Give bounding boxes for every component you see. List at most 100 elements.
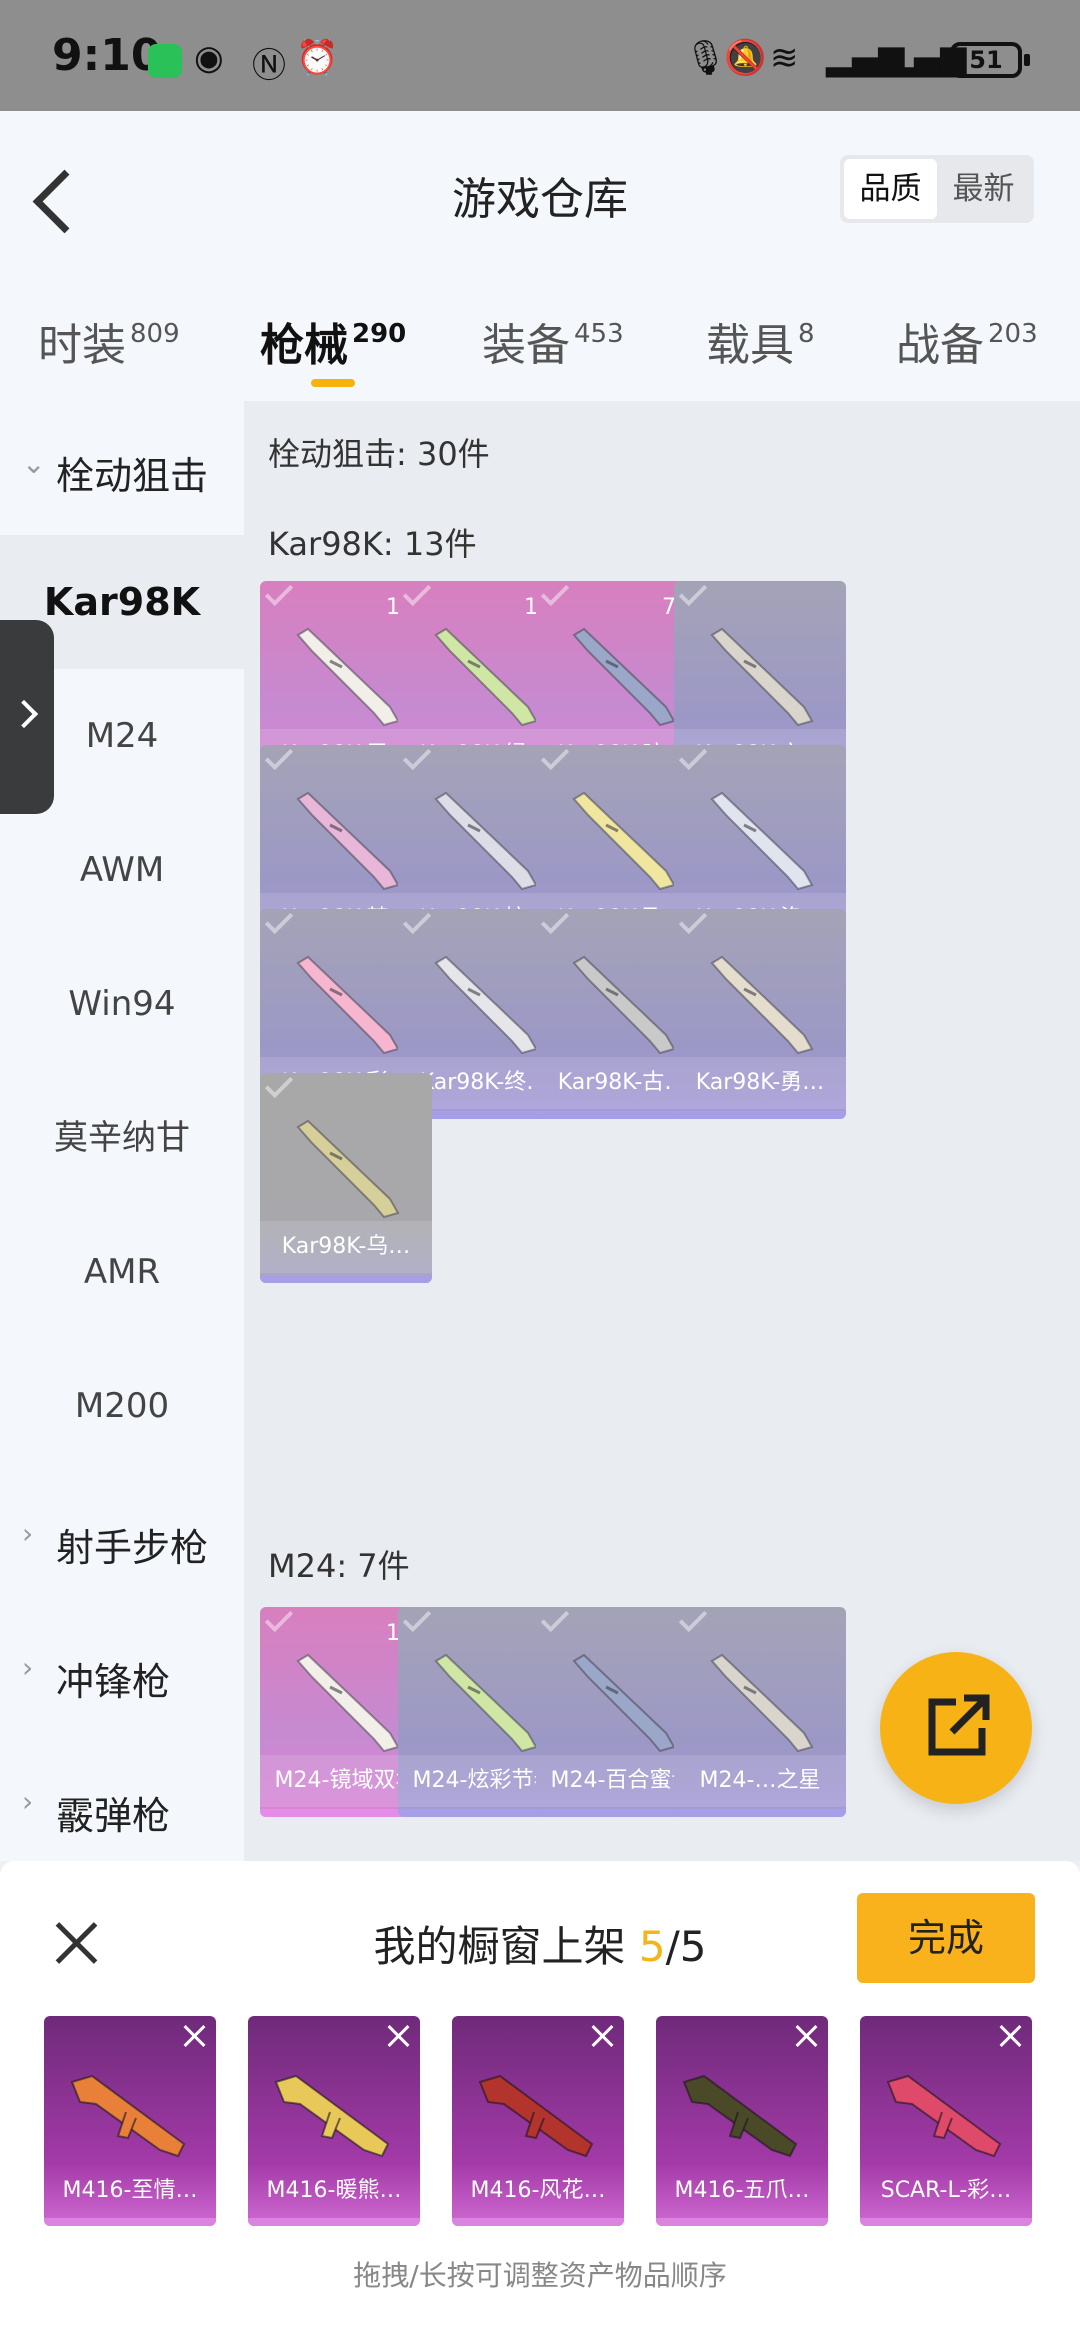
wechat-icon — [148, 44, 182, 78]
rifle-icon — [66, 2052, 196, 2162]
remove-icon[interactable] — [998, 2024, 1022, 2048]
category-tabs: 时装 809 枪械 290 装备 453 载具 8 战备 203 — [0, 291, 1080, 391]
item-card[interactable]: Kar98K-勇… — [674, 909, 846, 1119]
tab-label: 时装 — [38, 320, 126, 371]
tab-equipment[interactable]: 装备 453 — [482, 309, 624, 373]
remove-icon[interactable] — [794, 2024, 818, 2048]
reorder-hint: 拖拽/长按可调整资产物品顺序 — [353, 2259, 727, 2292]
showcase-count: 5 — [638, 1922, 666, 1971]
tab-guns[interactable]: 枪械 290 — [260, 309, 406, 373]
showcase-slot[interactable]: SCAR-L-彩… — [860, 2016, 1032, 2226]
check-icon — [402, 581, 432, 607]
sidebar-item-mosin[interactable]: 莫辛纳甘 — [0, 1071, 244, 1205]
rarity-strip — [260, 1275, 432, 1283]
check-icon — [264, 909, 294, 935]
tab-vehicles[interactable]: 载具 8 — [706, 309, 815, 373]
done-button[interactable]: 完成 — [857, 1893, 1035, 1983]
rifle-icon — [882, 2052, 1012, 2162]
rifle-icon — [566, 949, 684, 1059]
rifle-icon — [290, 1647, 408, 1757]
showcase-slot[interactable]: M416-暖熊… — [248, 2016, 420, 2226]
rifle-icon — [290, 1113, 408, 1223]
slot-name: SCAR-L-彩… — [880, 2178, 1012, 2203]
check-icon — [402, 909, 432, 935]
rifle-icon — [290, 621, 408, 731]
sort-quality[interactable]: 品质 — [844, 159, 937, 219]
rifle-icon — [270, 2052, 400, 2162]
status-time: 9:10 — [52, 30, 162, 81]
check-icon — [540, 581, 570, 607]
alarm-icon: ⏰ — [296, 38, 339, 78]
rifle-icon — [290, 785, 408, 895]
remove-icon[interactable] — [590, 2024, 614, 2048]
check-icon — [264, 581, 294, 607]
rarity-strip — [860, 2218, 1032, 2226]
showcase-slot[interactable]: M416-至情… — [44, 2016, 216, 2226]
rifle-icon — [704, 621, 822, 731]
rarity-strip — [44, 2218, 216, 2226]
tab-count: 203 — [988, 319, 1038, 349]
slot-name: M416-暖熊… — [266, 2178, 402, 2203]
mic-icon: 🎙 — [684, 38, 728, 78]
sidebar-group-label: 霰弹枪 — [56, 1794, 171, 1838]
showcase-title-text: 我的橱窗上架 — [373, 1922, 639, 1971]
tab-count: 453 — [574, 319, 624, 349]
share-button[interactable] — [880, 1652, 1032, 1804]
slot-name: M416-至情… — [62, 2178, 198, 2203]
sort-newest[interactable]: 最新 — [937, 159, 1030, 219]
m24-header: M24: 7件 — [268, 1547, 410, 1585]
chevron-right-icon: › — [22, 1651, 34, 1684]
tab-count: 8 — [798, 319, 815, 349]
mute-icon: 🔕 — [724, 38, 767, 78]
check-icon — [540, 745, 570, 771]
tab-label: 枪械 — [260, 320, 348, 371]
rifle-icon — [290, 949, 408, 1059]
kar98k-header: Kar98K: 13件 — [268, 525, 477, 563]
rarity-strip — [452, 2218, 624, 2226]
item-card[interactable]: M24-…之星 — [674, 1607, 846, 1817]
rifle-icon — [566, 1647, 684, 1757]
check-icon — [678, 1607, 708, 1633]
tab-supplies[interactable]: 战备 203 — [896, 309, 1038, 373]
remove-icon[interactable] — [182, 2024, 206, 2048]
battery-icon: 51 — [950, 42, 1030, 78]
sidebar-group-shotgun[interactable]: › 霰弹枪 — [0, 1741, 244, 1875]
sidebar-item-m200[interactable]: M200 — [0, 1339, 244, 1473]
sidebar-group-dmr[interactable]: › 射手步枪 — [0, 1473, 244, 1607]
tab-label: 装备 — [482, 320, 570, 371]
sidebar-group-bolt-action[interactable]: ⌄ 栓动狙击 — [0, 401, 244, 535]
sidebar-group-label: 栓动狙击 — [56, 454, 209, 498]
eye-icon: ◉ — [194, 38, 224, 78]
rifle-icon — [704, 949, 822, 1059]
showcase-slot[interactable]: M416-风花… — [452, 2016, 624, 2226]
tab-count: 290 — [352, 319, 407, 349]
rifle-icon — [428, 785, 546, 895]
check-icon — [678, 581, 708, 607]
showcase-total: /5 — [665, 1922, 707, 1971]
sidebar-group-label: 冲锋枪 — [56, 1660, 171, 1704]
remove-icon[interactable] — [386, 2024, 410, 2048]
expand-sidebar-handle[interactable] — [0, 620, 54, 814]
sidebar-item-win94[interactable]: Win94 — [0, 937, 244, 1071]
check-icon — [264, 1073, 294, 1099]
tab-fashion[interactable]: 时装 809 — [38, 309, 180, 373]
tab-active-indicator — [311, 379, 355, 387]
sidebar-group-smg[interactable]: › 冲锋枪 — [0, 1607, 244, 1741]
check-icon — [264, 745, 294, 771]
share-icon — [928, 1694, 990, 1756]
rifle-icon — [566, 785, 684, 895]
rifle-icon — [428, 1647, 546, 1757]
chevron-right-icon: › — [22, 1785, 34, 1818]
rifle-icon — [704, 1647, 822, 1757]
rarity-strip — [248, 2218, 420, 2226]
check-icon — [678, 745, 708, 771]
rifle-icon — [704, 785, 822, 895]
nfc-icon: Ⓝ — [252, 46, 286, 86]
rifle-icon — [566, 621, 684, 731]
sidebar-item-awm[interactable]: AWM — [0, 803, 244, 937]
tab-label: 载具 — [706, 320, 794, 371]
sidebar-item-amr[interactable]: AMR — [0, 1205, 244, 1339]
showcase-slot[interactable]: M416-五爪… — [656, 2016, 828, 2226]
item-card[interactable]: Kar98K-乌… — [260, 1073, 432, 1283]
sort-toggle[interactable]: 品质 最新 — [840, 155, 1034, 223]
